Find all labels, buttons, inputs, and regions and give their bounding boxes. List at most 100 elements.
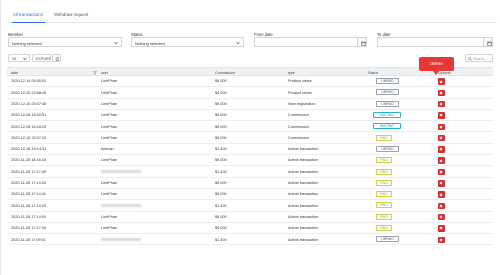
cell-type: Admin transaction: [288, 158, 319, 163]
cell-user: LinhPhan: [101, 124, 118, 129]
cell-user: LinhPhan: [101, 90, 118, 95]
cell-date: 2020-12-10 20:07:03: [11, 135, 47, 140]
calendar-icon: [360, 41, 366, 46]
delete-button[interactable]: [438, 134, 445, 142]
page-size-value: 25: [12, 56, 16, 61]
cell-type: Admin transaction: [288, 181, 319, 186]
active-tab-indicator: [12, 22, 45, 23]
cell-date: 2020-12-26 19:14:31: [11, 147, 47, 152]
cell-date: 2020-12-08 16:20:51: [11, 113, 47, 118]
delete-button[interactable]: [438, 146, 445, 153]
close-icon: [439, 170, 443, 174]
column-header-date[interactable]: date: [11, 71, 18, 75]
delete-button[interactable]: [438, 89, 445, 97]
close-icon: [439, 91, 443, 95]
to-date-calendar-button[interactable]: [483, 37, 493, 47]
cell-user: LinhPhan: [101, 79, 118, 84]
status-select[interactable]: Nothing selected: [131, 37, 244, 47]
cell-type: Admin transaction: [288, 203, 319, 208]
table-row: 2020-11-28 17:14:41 LinhPhan $9,000 Admin t…: [7, 189, 493, 201]
from-date-calendar-button[interactable]: [357, 37, 367, 47]
table-row: 2020-12-26 19:14:31 benhan $1,400 Admin tra…: [7, 144, 493, 156]
status-badge: PAID: [376, 213, 392, 220]
cell-user: LinhPhan: [101, 214, 118, 219]
to-date-input[interactable]: [377, 37, 493, 47]
cell-date: 2020-12-10 23:47:46: [11, 101, 47, 106]
delete-button[interactable]: [438, 236, 445, 244]
search-box[interactable]: Search...: [465, 54, 493, 62]
cell-commission: $1,400: [215, 169, 227, 174]
cell-commission: $9,000: [215, 124, 227, 129]
delete-button[interactable]: [438, 78, 445, 85]
close-icon: [439, 238, 443, 242]
cell-commission: $1,400: [215, 147, 227, 152]
close-icon: [439, 136, 443, 140]
status-badge: PAID: [376, 202, 392, 209]
chevron-down-icon: [114, 41, 118, 44]
cell-date: 2020-11-28 18:16:18: [11, 158, 46, 163]
table-row: 2020-12-10 20:07:03 LinhPhan $9,000 Commiss…: [7, 133, 493, 144]
delete-button[interactable]: [438, 168, 445, 176]
cell-date: 2020-11-28 17:09:01: [11, 237, 46, 242]
delete-button[interactable]: [438, 100, 445, 108]
cell-user: benhan: [101, 147, 114, 152]
column-header-status[interactable]: Status: [368, 71, 378, 75]
page-size-select[interactable]: 25: [8, 54, 30, 62]
delete-button[interactable]: [438, 112, 445, 119]
table-row: 2020-11-28 17:14:09 LinhPhan $9,000 Admin t…: [7, 212, 493, 223]
cell-user: LinhPhan: [101, 158, 118, 163]
cell-type: Admin transaction: [288, 226, 319, 231]
cell-date: 2020-11-28 17:14:41: [11, 192, 46, 197]
cell-user: LinhPhan: [101, 192, 118, 197]
delete-button[interactable]: [438, 202, 445, 210]
close-icon: [439, 147, 443, 151]
tab-all-transactions[interactable]: All transactions: [13, 12, 43, 17]
status-badge: WAITING: [373, 112, 401, 119]
cell-type: Commission: [288, 135, 309, 140]
table-row: 2020-11-28 17:17:06 LinhPhan $9,000 Admin t…: [7, 223, 493, 235]
export-label: EXPORT: [36, 56, 51, 61]
cell-commission: $9,000: [215, 90, 227, 95]
column-header-type[interactable]: type: [288, 71, 295, 75]
from-date-input[interactable]: [254, 37, 367, 47]
column-header-commission[interactable]: Commission: [215, 71, 235, 75]
tab-withdraw-request[interactable]: Withdraw request: [54, 12, 88, 17]
cell-commission: $9,000: [215, 226, 227, 231]
delete-button[interactable]: [438, 191, 445, 198]
member-select[interactable]: Nothing selected: [8, 37, 122, 47]
cell-type: Admin transaction: [288, 192, 319, 197]
tooltip-arrow: [433, 71, 439, 75]
delete-tooltip: delete: [419, 57, 454, 71]
delete-button[interactable]: [438, 123, 445, 131]
cell-date: 2020-11-28 17:14:34: [11, 181, 46, 186]
cell-type: Admin transaction: [288, 147, 319, 152]
status-badge: UNPAID: [376, 236, 399, 243]
cell-commission: $9,000: [215, 113, 227, 118]
delete-button[interactable]: [438, 213, 445, 221]
delete-button[interactable]: [438, 180, 445, 187]
refresh-button[interactable]: [52, 54, 61, 62]
close-icon: [439, 113, 443, 117]
cell-commission: $9,000: [215, 181, 227, 186]
cell-commission: $9,000: [215, 101, 227, 106]
table-row: 2020-11-28 18:16:18 LinhPhan $9,000 Admin t…: [7, 155, 493, 167]
close-icon: [439, 181, 443, 185]
cell-commission: $9,000: [215, 135, 227, 140]
refresh-icon: [55, 56, 59, 61]
member-select-value: Nothing selected: [12, 40, 42, 46]
column-header-options: Options: [438, 70, 451, 75]
status-badge: PAID: [376, 179, 392, 186]
close-icon: [439, 193, 443, 197]
delete-button[interactable]: [438, 225, 445, 232]
cell-type: New registration: [288, 101, 316, 106]
cell-user: LinhPhan: [101, 135, 118, 140]
export-button[interactable]: EXPORT: [32, 54, 51, 62]
search-placeholder: Search...: [473, 56, 488, 61]
column-header-user[interactable]: user: [101, 71, 108, 75]
cell-commission: $9,000: [215, 192, 227, 197]
cell-user-redacted: [101, 238, 141, 242]
filter-icon[interactable]: [93, 70, 97, 75]
close-icon: [439, 204, 443, 208]
delete-button[interactable]: [438, 157, 445, 164]
table-row: 2020-11-28 17:17:49 $1,400 Admin transacti…: [7, 166, 493, 178]
